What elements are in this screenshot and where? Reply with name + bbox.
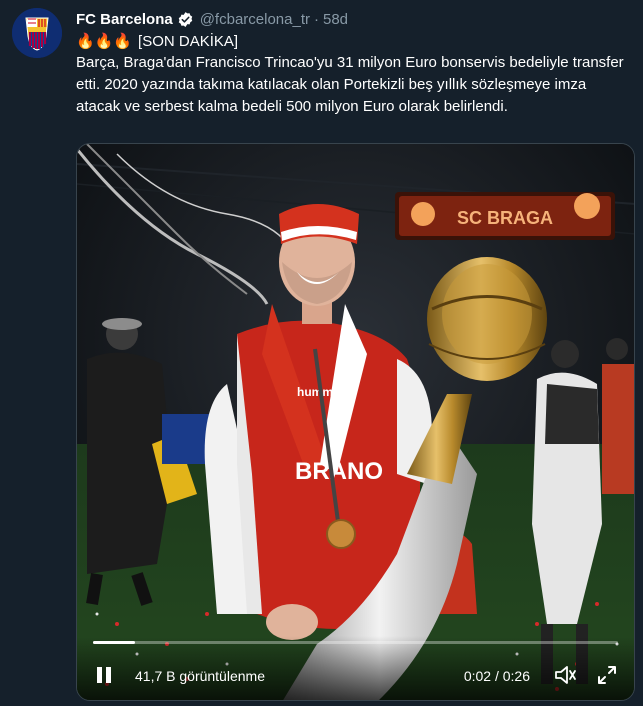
tweet-tag: [SON DAKİKA] <box>138 32 239 50</box>
video-frame: SC BRAGA BRANO <box>77 144 634 700</box>
video-progress-bar[interactable] <box>93 641 618 644</box>
video-progress-fill <box>93 641 135 644</box>
video-controls: 41,7 B görüntülenme 0:02 / 0:26 <box>77 636 634 700</box>
video-timecode: 0:02 / 0:26 <box>463 668 530 684</box>
separator-dot: · <box>313 10 319 28</box>
pause-button[interactable] <box>93 664 115 686</box>
shirt-sponsor: BRANO <box>295 458 383 485</box>
author-name[interactable]: FC Barcelona <box>76 11 173 28</box>
fullscreen-icon <box>598 666 616 684</box>
tweet-body: Barça, Braga'dan Francisco Trincao'yu 31… <box>76 54 624 115</box>
tweet-timestamp[interactable]: 58d <box>323 11 348 28</box>
volume-button[interactable] <box>552 662 578 688</box>
author-avatar[interactable] <box>12 8 62 58</box>
banner-text: SC BRAGA <box>457 208 553 228</box>
pause-icon <box>97 667 111 683</box>
tweet-header: FC Barcelona @fcbarcelona_tr · 58d <box>76 8 348 30</box>
fullscreen-button[interactable] <box>596 664 618 686</box>
view-count: 41,7 B görüntülenme <box>135 668 265 684</box>
video-player[interactable]: SC BRAGA BRANO 41,7 B görüntülenme 0:02 … <box>76 143 635 701</box>
author-handle[interactable]: @fcbarcelona_tr <box>200 11 310 28</box>
tweet-first-line: 🔥🔥🔥 [SON DAKİKA] <box>76 30 238 52</box>
fire-emoji-icon: 🔥🔥🔥 <box>76 32 133 50</box>
volume-icon <box>555 666 576 684</box>
fc-barcelona-crest-icon <box>12 8 62 58</box>
verified-badge-icon <box>178 11 192 27</box>
